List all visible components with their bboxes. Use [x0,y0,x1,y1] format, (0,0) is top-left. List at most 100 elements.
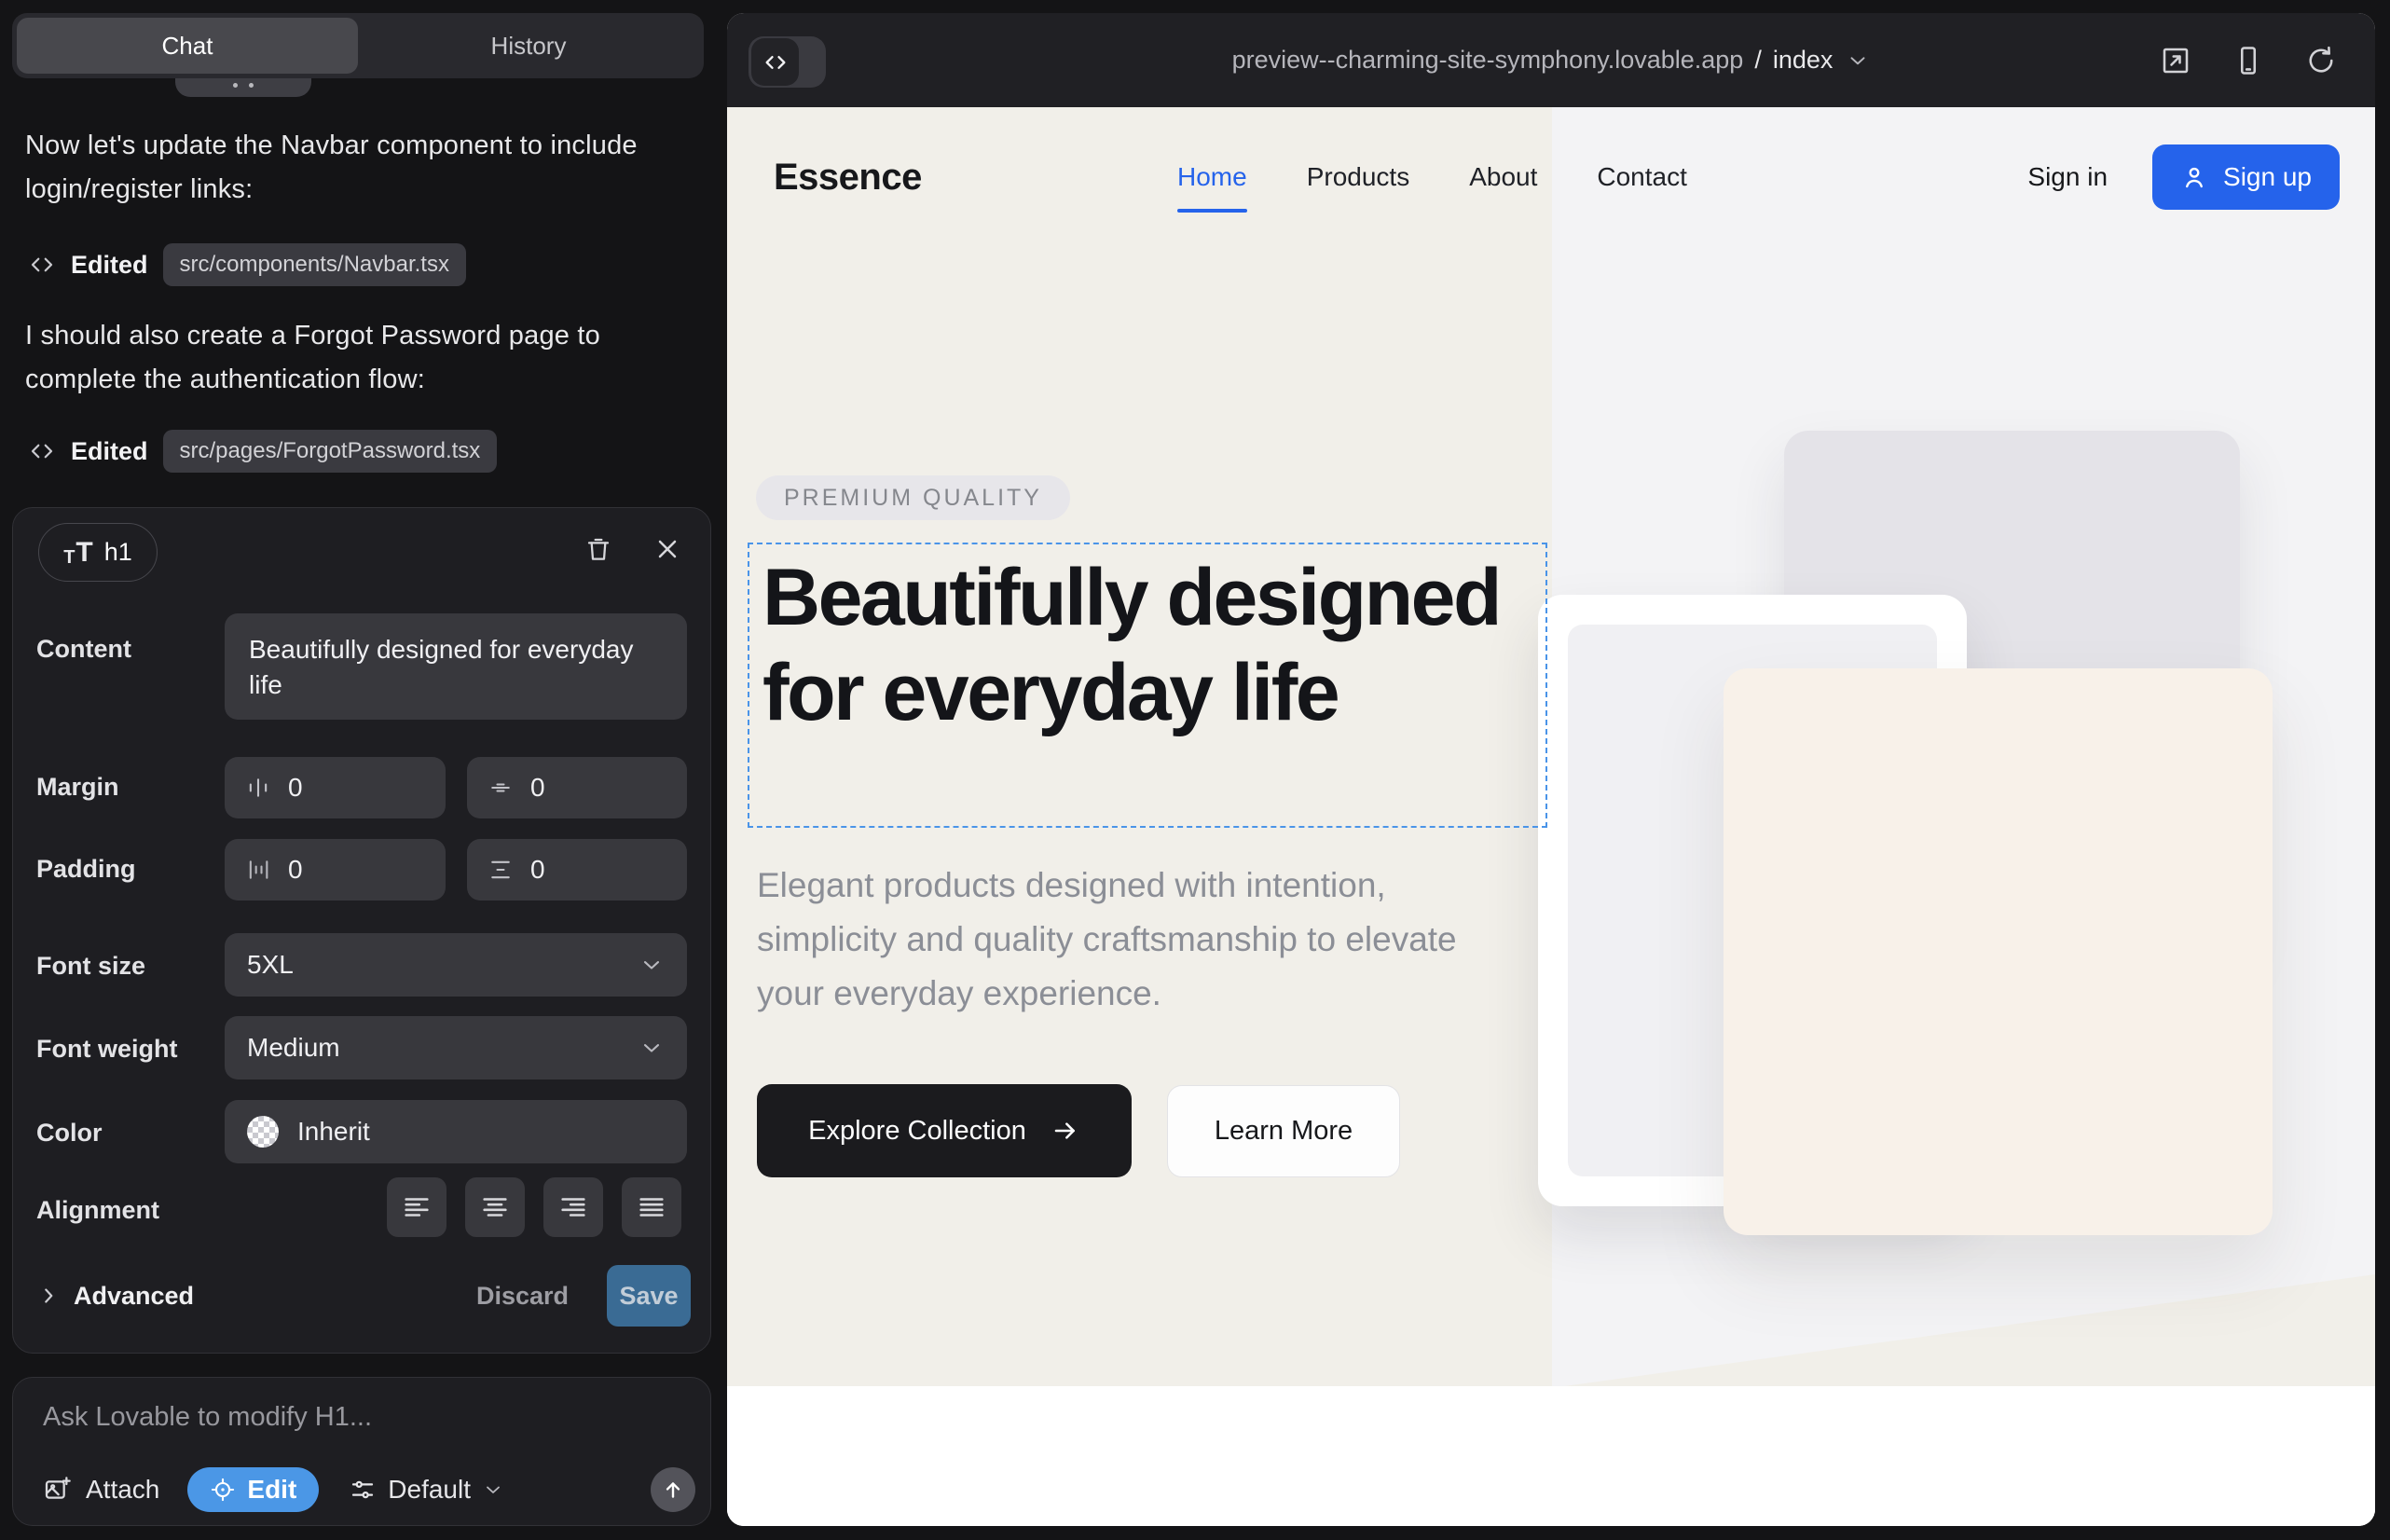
align-left-button[interactable] [387,1177,446,1237]
margin-x-value: 0 [288,773,303,803]
padding-x-input[interactable]: 0 [225,839,446,901]
alignment-label: Alignment [36,1196,159,1225]
sign-in-link[interactable]: Sign in [2027,162,2108,192]
margin-vertical-icon [488,775,514,801]
open-in-new-window-button[interactable] [2159,44,2192,77]
refresh-button[interactable] [2304,44,2338,77]
attach-button[interactable]: Attach [43,1475,159,1505]
save-button[interactable]: Save [607,1265,691,1327]
chevron-down-icon [482,1478,504,1501]
nav-link-home[interactable]: Home [1177,162,1247,192]
file-badge[interactable]: src/components/Navbar.tsx [163,243,466,286]
font-size-value: 5XL [247,950,294,980]
edit-mode-button[interactable]: Edit [187,1467,319,1512]
font-weight-label: Font weight [36,1035,177,1064]
code-icon [28,437,56,465]
send-button[interactable] [651,1467,695,1512]
site-navbar: Essence Home Products About Contact Sign… [727,107,2375,247]
target-icon [210,1477,236,1503]
site-auth-actions: Sign in Sign up [2027,107,2340,247]
sign-up-button[interactable]: Sign up [2152,144,2340,210]
color-label: Color [36,1119,103,1148]
content-label: Content [36,635,131,664]
element-editor-panel: TT h1 Content Beautifully designed for e… [12,507,711,1354]
composer-toolbar: Attach Edit Default [43,1467,695,1512]
preview-topbar: preview--charming-site-symphony.lovable.… [727,13,2375,107]
url-separator: / [1754,46,1762,75]
tab-chat[interactable]: Chat [17,18,358,74]
element-tag-label: h1 [104,538,132,567]
preview-panel: preview--charming-site-symphony.lovable.… [727,13,2375,1526]
mobile-view-button[interactable] [2232,44,2265,77]
margin-y-input[interactable]: 0 [467,757,687,818]
attach-label: Attach [86,1475,159,1505]
app-root: Chat History Now let's update the Navbar… [0,0,2390,1540]
hero-cta-row: Explore Collection Learn More [757,1084,1400,1177]
align-center-button[interactable] [465,1177,525,1237]
font-weight-value: Medium [247,1033,340,1063]
collapsed-message-pill[interactable] [175,78,311,97]
arrow-right-icon [1051,1116,1080,1146]
explore-collection-button[interactable]: Explore Collection [757,1084,1132,1177]
text-size-icon: TT [63,539,93,567]
premium-quality-badge: PREMIUM QUALITY [756,475,1070,520]
tab-history-label: History [491,32,567,61]
file-badge[interactable]: src/pages/ForgotPassword.tsx [163,430,498,473]
hero-section: Essence Home Products About Contact Sign… [727,107,2375,1386]
align-justify-button[interactable] [622,1177,681,1237]
tab-history[interactable]: History [358,18,699,74]
sliders-icon [349,1476,377,1504]
delete-element-button[interactable] [584,534,613,564]
chat-composer: Ask Lovable to modify H1... Attach Edit [12,1377,711,1526]
padding-y-value: 0 [530,855,545,885]
site-nav-links: Home Products About Contact [1177,107,1687,247]
font-weight-select[interactable]: Medium [225,1016,687,1079]
margin-y-value: 0 [530,773,545,803]
color-select[interactable]: Inherit [225,1100,687,1163]
nav-link-products[interactable]: Products [1307,162,1410,192]
discard-button[interactable]: Discard [476,1274,569,1317]
close-editor-button[interactable] [652,534,682,564]
nav-link-about[interactable]: About [1469,162,1537,192]
align-right-button[interactable] [543,1177,603,1237]
hero-heading[interactable]: Beautifully designed for everyday life [762,550,1536,740]
advanced-toggle[interactable]: Advanced [36,1274,194,1317]
assistant-message: I should also create a Forgot Password p… [25,314,683,402]
margin-label: Margin [36,773,119,802]
learn-more-button[interactable]: Learn More [1167,1085,1400,1177]
attach-image-icon [43,1475,73,1505]
nav-link-contact[interactable]: Contact [1597,162,1687,192]
advanced-label: Advanced [74,1282,194,1311]
chevron-right-icon [36,1284,61,1308]
color-swatch [247,1116,279,1148]
margin-horizontal-icon [245,775,271,801]
padding-label: Padding [36,855,136,884]
preview-url-page: index [1773,46,1834,75]
font-size-select[interactable]: 5XL [225,933,687,997]
edited-file-row: Edited src/components/Navbar.tsx [28,243,466,286]
code-icon [28,251,56,279]
preview-url-bar[interactable]: preview--charming-site-symphony.lovable.… [727,13,2375,107]
site-logo[interactable]: Essence [774,107,922,247]
default-label: Default [388,1475,471,1505]
edited-label: Edited [71,251,148,280]
font-size-label: Font size [36,952,145,981]
content-input[interactable]: Beautifully designed for everyday life [225,613,687,720]
edited-file-row: Edited src/pages/ForgotPassword.tsx [28,430,497,473]
decorative-card-cream [1724,668,2273,1235]
padding-y-input[interactable]: 0 [467,839,687,901]
model-default-select[interactable]: Default [349,1475,504,1505]
padding-x-value: 0 [288,855,303,885]
next-section-background [727,1386,2375,1526]
sign-up-label: Sign up [2223,162,2312,192]
chat-sidebar: Chat History Now let's update the Navbar… [0,0,723,1540]
chevron-down-icon [1846,48,1870,73]
h1-selection-outline[interactable]: Beautifully designed for everyday life [748,543,1547,828]
hero-paragraph: Elegant products designed with intention… [757,859,1503,1021]
composer-input[interactable]: Ask Lovable to modify H1... [43,1402,372,1433]
tab-chat-label: Chat [162,32,213,61]
explore-collection-label: Explore Collection [808,1116,1026,1147]
margin-x-input[interactable]: 0 [225,757,446,818]
preview-actions [2159,13,2338,107]
assistant-message: Now let's update the Navbar component to… [25,124,683,212]
